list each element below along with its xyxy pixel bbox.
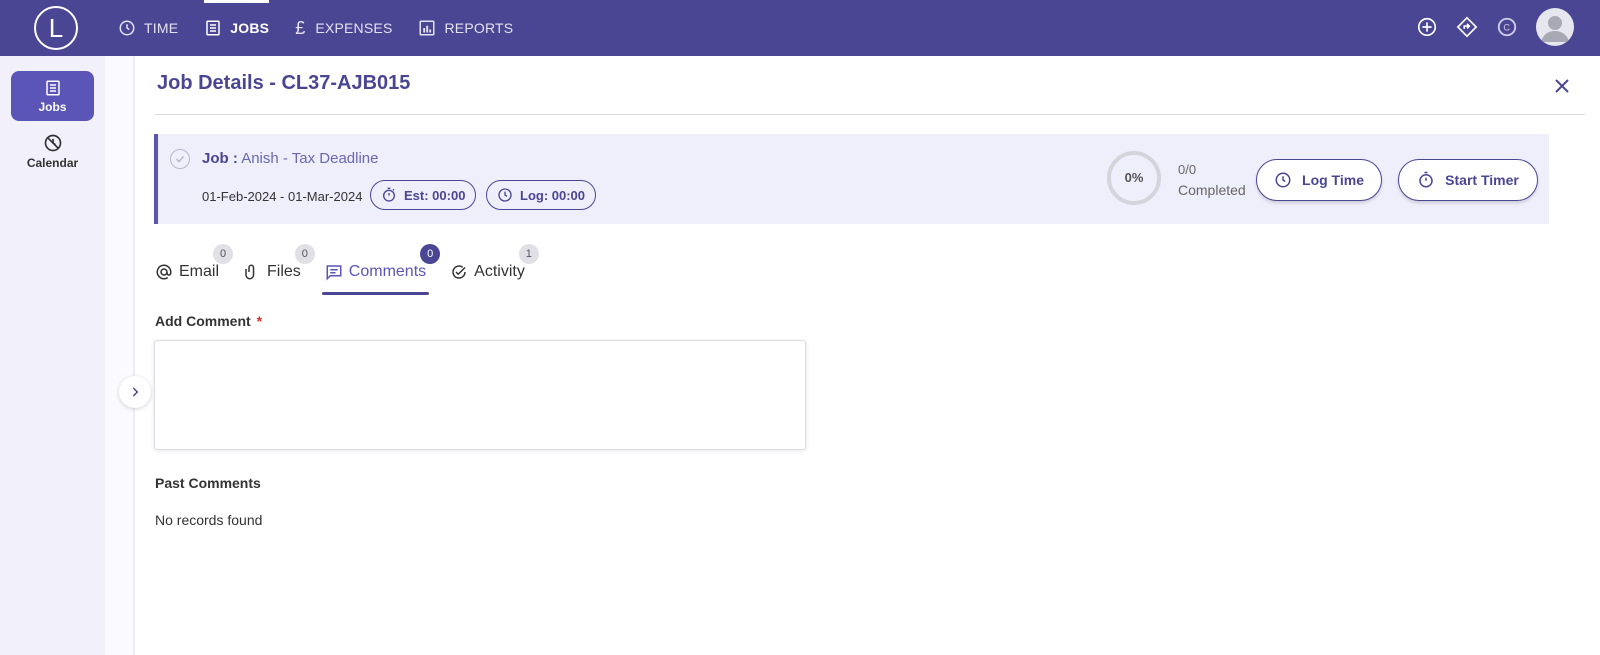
progress-percent: 0% — [1124, 170, 1144, 185]
job-dates: 01-Feb-2024 - 01-Mar-2024 — [202, 189, 363, 204]
estimate-pill[interactable]: Est: 00:00 — [370, 180, 477, 210]
tab-comments[interactable]: Comments 0 — [321, 244, 441, 295]
at-icon — [156, 264, 172, 280]
job-summary-card: Job : Anish - Tax Deadline 01-Feb-2024 -… — [154, 134, 1549, 224]
comment-icon — [326, 265, 342, 281]
add-comment-label-text: Add Comment — [155, 313, 251, 329]
pound-icon: £ — [295, 17, 306, 38]
start-timer-button[interactable]: Start Timer — [1398, 159, 1538, 201]
clock-icon — [119, 20, 135, 36]
count-badge: 0 — [213, 244, 234, 264]
avatar[interactable] — [1536, 8, 1574, 46]
nav-item-expenses[interactable]: £ EXPENSES — [295, 0, 392, 56]
close-button[interactable] — [1550, 74, 1574, 98]
completed-label: Completed — [1178, 182, 1246, 198]
estimate-value: Est: 00:00 — [404, 187, 466, 203]
paperclip-icon — [245, 264, 255, 280]
calendar-off-icon — [44, 134, 61, 151]
sidebar: Jobs Calendar — [0, 56, 105, 655]
top-right-actions: C — [1416, 8, 1574, 46]
nav-item-time[interactable]: TIME — [118, 0, 178, 56]
past-comments-heading: Past Comments — [155, 475, 261, 491]
tab-files[interactable]: Files 0 — [243, 244, 315, 292]
clock-icon — [498, 188, 512, 202]
job-label: Job : — [202, 150, 238, 167]
log-time-label: Log Time — [1302, 172, 1364, 188]
count-badge: 0 — [420, 244, 441, 264]
check-circle-icon — [452, 265, 466, 279]
nav-item-label: TIME — [144, 20, 179, 36]
clock-icon — [1275, 172, 1291, 188]
count-badge: 0 — [294, 244, 315, 264]
job-name: Anish - Tax Deadline — [241, 150, 379, 167]
tab-label: Comments — [348, 263, 427, 280]
tab-label: Files — [267, 263, 301, 280]
nav-item-label: JOBS — [230, 20, 270, 36]
nav-item-label: EXPENSES — [315, 20, 393, 36]
sidebar-item-jobs[interactable]: Jobs — [11, 71, 94, 121]
empty-state-text: No records found — [155, 512, 263, 528]
tab-label: Email — [179, 263, 220, 280]
completed-count: 0/0 — [1178, 162, 1197, 177]
check-icon — [175, 155, 185, 163]
stopwatch-icon — [1419, 171, 1433, 188]
list-icon — [45, 80, 60, 95]
job-title: Job : Anish - Tax Deadline — [202, 150, 379, 167]
bar-chart-icon — [419, 20, 435, 36]
nav-item-label: REPORTS — [444, 20, 514, 36]
comment-input[interactable] — [154, 340, 806, 450]
logged-pill[interactable]: Log: 00:00 — [486, 180, 597, 210]
app-logo[interactable]: L — [34, 6, 78, 50]
job-details-panel: Job Details - CL37-AJB015 Job : Anish - … — [137, 56, 1600, 655]
tab-email[interactable]: Email 0 — [155, 244, 234, 292]
log-time-button[interactable]: Log Time — [1256, 159, 1382, 201]
sidebar-item-label: Calendar — [26, 155, 79, 170]
brand-c-icon[interactable]: C — [1496, 16, 1518, 38]
add-circle-icon[interactable] — [1416, 16, 1438, 38]
logged-value: Log: 00:00 — [520, 187, 586, 203]
nav-item-reports[interactable]: REPORTS — [418, 0, 513, 56]
directions-icon[interactable] — [1456, 16, 1478, 38]
sidebar-item-label: Jobs — [38, 99, 67, 114]
page-title: Job Details - CL37-AJB015 — [157, 72, 411, 94]
detail-tabs: Email 0 Files 0 Comments 0 Activity 1 — [155, 244, 549, 296]
count-badge: 1 — [518, 244, 539, 264]
close-icon — [1555, 79, 1569, 93]
start-timer-label: Start Timer — [1445, 172, 1519, 188]
job-complete-checkbox[interactable] — [170, 149, 190, 169]
stopwatch-icon — [383, 187, 395, 202]
divider — [155, 114, 1585, 115]
top-navigation-bar: L TIME JOBS £ EXPENSES REPORTS C — [0, 0, 1600, 56]
sidebar-gutter — [105, 56, 135, 655]
nav-item-jobs[interactable]: JOBS — [204, 0, 270, 56]
required-marker: * — [256, 313, 263, 329]
main-nav: TIME JOBS £ EXPENSES REPORTS — [118, 0, 539, 56]
tab-label: Activity — [474, 263, 525, 280]
tab-activity[interactable]: Activity 1 — [450, 244, 539, 292]
svg-text:C: C — [1503, 23, 1510, 33]
list-icon — [206, 20, 220, 36]
sidebar-item-calendar[interactable]: Calendar — [11, 126, 94, 176]
add-comment-label: Add Comment * — [155, 313, 262, 329]
